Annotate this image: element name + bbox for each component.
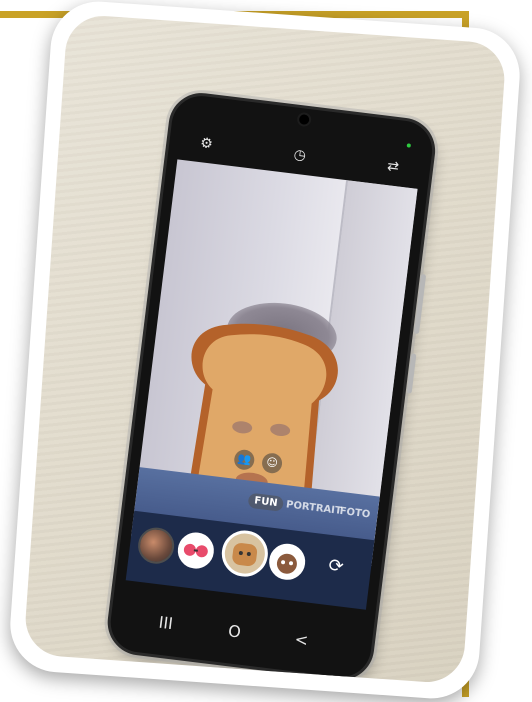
flip-camera-icon[interactable]: ⟳ (324, 554, 349, 579)
recents-button[interactable]: III (158, 613, 174, 634)
camera-active-indicator (406, 143, 412, 148)
switch-camera-icon[interactable]: ⇄ (383, 157, 403, 177)
gallery-thumbnail[interactable] (136, 525, 177, 566)
timer-icon[interactable]: ◷ (290, 145, 310, 165)
glasses-lens[interactable] (175, 530, 216, 571)
back-button[interactable]: < (294, 629, 310, 649)
photo: ⚙ ◷ ⇄ 👥 ☺ FUN PORTRAIT FOTO ⟳ III O < (23, 13, 507, 685)
bread-icon (232, 543, 258, 567)
mode-foto[interactable]: FOTO (339, 506, 371, 521)
front-camera-notch (298, 113, 310, 126)
home-button[interactable]: O (227, 621, 242, 641)
dog-lens[interactable] (267, 541, 308, 582)
settings-icon[interactable]: ⚙ (196, 134, 216, 154)
dog-icon (276, 553, 297, 574)
bread-lens[interactable] (219, 527, 271, 580)
glasses-icon (183, 543, 208, 558)
